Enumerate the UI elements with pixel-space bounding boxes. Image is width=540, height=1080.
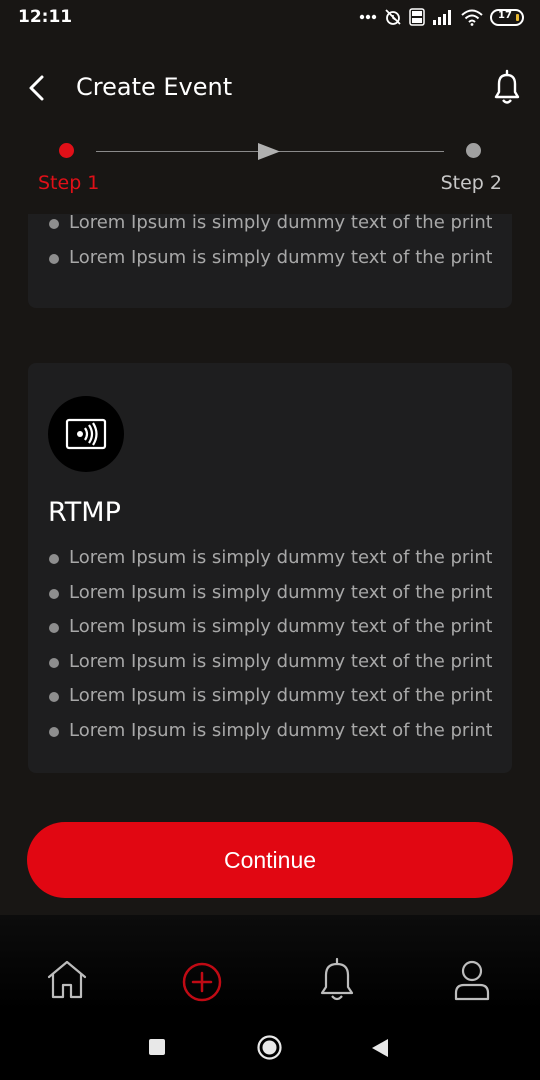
home-circle-icon[interactable] bbox=[257, 1035, 282, 1060]
recents-icon[interactable] bbox=[149, 1039, 165, 1055]
feature-item: Lorem Ipsum is simply dummy text of the … bbox=[48, 714, 492, 749]
step-arrow-icon bbox=[258, 143, 280, 160]
feature-list: Lorem Ipsum is simply dummy text of the … bbox=[48, 541, 492, 748]
continue-button[interactable]: Continue bbox=[27, 822, 513, 898]
feature-item: Lorem Ipsum is simply dummy text of the … bbox=[48, 214, 492, 241]
feature-list: Lorem Ipsum is simply dummy text of the … bbox=[48, 214, 492, 275]
feature-item: Lorem Ipsum is simply dummy text of the … bbox=[48, 241, 492, 276]
wifi-icon bbox=[461, 9, 483, 26]
bell-icon bbox=[320, 957, 354, 1001]
back-arrow-icon bbox=[29, 75, 44, 101]
status-icons: 17 bbox=[359, 7, 524, 27]
add-circle-icon bbox=[182, 962, 222, 1002]
nav-home[interactable] bbox=[43, 955, 91, 1003]
volte-icon bbox=[409, 8, 425, 26]
signal-icon bbox=[433, 10, 451, 25]
alarm-off-icon bbox=[385, 9, 401, 25]
battery-icon: 17 bbox=[490, 8, 524, 26]
status-bar: 12:11 17 bbox=[0, 0, 540, 36]
feature-item: Lorem Ipsum is simply dummy text of the … bbox=[48, 576, 492, 611]
event-stepper: Step 1 Step 2 bbox=[0, 136, 540, 200]
event-type-card[interactable]: Lorem Ipsum is simply dummy text of the … bbox=[28, 214, 512, 308]
battery-level: 17 bbox=[498, 9, 512, 21]
profile-icon bbox=[454, 960, 490, 1001]
feature-item: Lorem Ipsum is simply dummy text of the … bbox=[48, 610, 492, 645]
more-dots-icon bbox=[359, 14, 377, 20]
step-2-label: Step 2 bbox=[440, 172, 502, 194]
step-1-label: Step 1 bbox=[38, 172, 100, 194]
nav-notifications[interactable] bbox=[313, 955, 361, 1003]
feature-item: Lorem Ipsum is simply dummy text of the … bbox=[48, 679, 492, 714]
step-1-indicator bbox=[59, 143, 74, 158]
event-type-list[interactable]: Lorem Ipsum is simply dummy text of the … bbox=[0, 214, 540, 914]
rtmp-card[interactable]: RTMP Lorem Ipsum is simply dummy text of… bbox=[28, 363, 512, 773]
system-nav-bar bbox=[0, 1010, 540, 1080]
nav-create-event[interactable] bbox=[178, 955, 226, 1003]
feature-item: Lorem Ipsum is simply dummy text of the … bbox=[48, 541, 492, 576]
status-time: 12:11 bbox=[18, 7, 73, 27]
feature-item: Lorem Ipsum is simply dummy text of the … bbox=[48, 645, 492, 680]
app-header: Create Event bbox=[0, 60, 540, 116]
rtmp-stream-icon bbox=[48, 396, 124, 472]
create-event-screen: 12:11 17 Create Event Step 1 Step 2 Lore… bbox=[0, 0, 540, 1080]
notifications-button[interactable] bbox=[488, 68, 526, 108]
step-2-indicator bbox=[466, 143, 481, 158]
nav-profile[interactable] bbox=[448, 955, 496, 1003]
bell-icon bbox=[494, 69, 520, 104]
back-button[interactable] bbox=[22, 72, 54, 104]
page-title: Create Event bbox=[76, 73, 233, 101]
back-triangle-icon[interactable] bbox=[371, 1038, 389, 1058]
rtmp-title: RTMP bbox=[48, 497, 121, 528]
bottom-nav bbox=[0, 915, 540, 1010]
home-icon bbox=[47, 960, 87, 999]
